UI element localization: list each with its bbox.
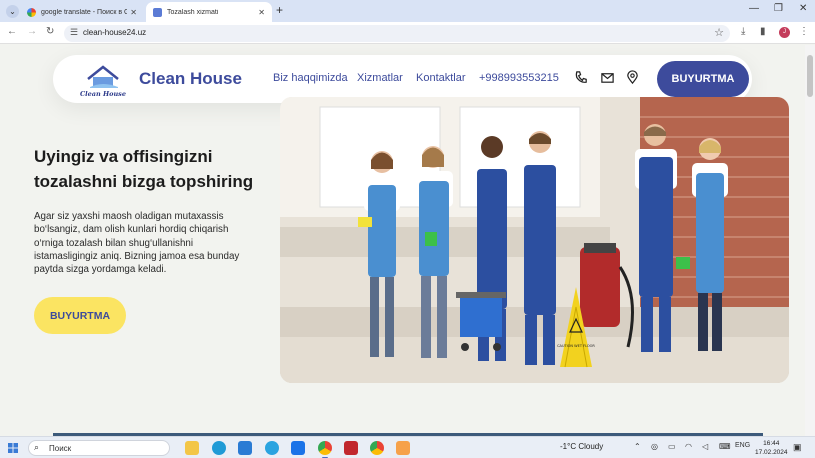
nav-link-contacts[interactable]: Kontaktlar — [416, 72, 466, 84]
web-page: Clean House Clean House Biz haqqimizda X… — [0, 45, 805, 436]
close-tab-icon[interactable]: ✕ — [258, 8, 265, 17]
keyboard-icon[interactable]: ⌨ — [719, 442, 731, 451]
order-button-hero[interactable]: BUYURTMA — [34, 297, 126, 334]
nav-link-phone[interactable]: +998993553215 — [479, 72, 559, 84]
tab-search-icon[interactable]: ⌄ — [6, 5, 19, 18]
bookmark-star-icon[interactable]: ☆ — [714, 26, 724, 39]
svg-text:CAUTION WET FLOOR: CAUTION WET FLOOR — [557, 344, 595, 348]
filezilla-icon[interactable] — [344, 441, 358, 455]
nav-link-services[interactable]: Xizmatlar — [357, 72, 403, 84]
browser-tab[interactable]: google translate - Поиск в Google ✕ — [20, 2, 144, 22]
edge-icon[interactable] — [212, 441, 226, 455]
forward-icon[interactable]: → — [27, 26, 37, 37]
mail-icon[interactable] — [600, 70, 615, 85]
minimize-icon[interactable]: — — [749, 3, 759, 14]
taskbar-search[interactable]: ⌕ Поиск — [28, 440, 170, 456]
nav-link-about[interactable]: Biz haqqimizda — [273, 72, 348, 84]
back-icon[interactable]: ← — [7, 26, 17, 37]
tab-title: Tozalash xizmati — [167, 8, 219, 16]
site-info-icon[interactable]: ☰ — [70, 27, 78, 38]
weather-widget[interactable]: -1°C Cloudy — [560, 442, 603, 451]
tray-chevron-icon[interactable]: ⌃ — [634, 442, 641, 451]
telegram-icon[interactable] — [265, 441, 279, 455]
maximize-icon[interactable]: ❐ — [774, 3, 783, 14]
search-icon: ⌕ — [34, 442, 40, 452]
hero-description: Agar siz yaxshi maosh oladigan mutaxassi… — [34, 211, 240, 276]
vscode-icon[interactable] — [238, 441, 252, 455]
cleaning-team-photo: CAUTION WET FLOOR — [280, 97, 789, 383]
profile-avatar[interactable]: J — [779, 27, 790, 38]
language-indicator[interactable]: ENG — [735, 442, 750, 449]
url-text[interactable]: clean-house24.uz — [83, 28, 146, 37]
brand-name[interactable]: Clean House — [139, 69, 242, 89]
reload-icon[interactable]: ↻ — [46, 26, 54, 37]
scrollbar-thumb[interactable] — [807, 55, 813, 97]
windows-taskbar: ⌕ Поиск -1°C Cloudy ⌃ ◎ ▭ ◠ ◁ ⌨ ENG 16:4… — [0, 436, 815, 458]
wifi-icon[interactable]: ◠ — [685, 442, 692, 451]
browser-menu-icon[interactable]: ⋮ — [799, 26, 809, 37]
battery-icon[interactable]: ▭ — [668, 442, 676, 451]
meet-icon[interactable]: ◎ — [651, 442, 658, 451]
page-scrollbar[interactable] — [805, 45, 815, 436]
clock-date: 17.02.2024 — [755, 449, 788, 456]
new-tab-button[interactable]: + — [276, 3, 283, 17]
chrome-icon[interactable] — [318, 441, 332, 458]
side-panel-icon[interactable]: ▮ — [760, 26, 766, 37]
clock-time: 16:44 — [763, 440, 780, 447]
notification-icon[interactable]: ▣ — [793, 442, 802, 453]
windows-start-icon[interactable] — [8, 443, 18, 453]
site-favicon-icon — [153, 7, 162, 17]
location-pin-icon[interactable] — [625, 70, 640, 85]
tab-title: google translate - Поиск в Google — [41, 8, 128, 16]
site-header: Clean House Clean House Biz haqqimizda X… — [53, 55, 752, 103]
taskbar-clock[interactable]: 16:44 17.02.2024 — [755, 439, 788, 457]
phone-icon[interactable] — [574, 70, 589, 85]
volume-icon[interactable]: ◁ — [702, 442, 708, 451]
file-explorer-icon[interactable] — [185, 441, 199, 455]
close-tab-icon[interactable]: ✕ — [130, 8, 137, 17]
svg-text:Clean House: Clean House — [80, 90, 126, 98]
address-bar[interactable]: ☰ clean-house24.uz ☆ — [64, 25, 730, 42]
order-button-header[interactable]: BUYURTMA — [657, 61, 749, 97]
browser-toolbar: ← → ↻ ☰ clean-house24.uz ☆ ⤓ ▮ J ⋮ — [0, 22, 815, 44]
browser-tab-active[interactable]: Tozalash xizmati ✕ — [146, 2, 272, 22]
google-icon — [27, 7, 36, 17]
browser-tab-strip: ⌄ google translate - Поиск в Google ✕ To… — [0, 0, 815, 22]
chrome-profile-icon[interactable] — [370, 441, 384, 455]
taskbar-search-text: Поиск — [49, 444, 72, 453]
hero-title: Uyingiz va offisingizni tozalashni bizga… — [34, 147, 254, 191]
app-icon[interactable] — [396, 441, 410, 455]
download-icon[interactable]: ⤓ — [741, 26, 745, 37]
clean-house-logo[interactable]: Clean House — [80, 63, 126, 99]
mail-app-icon[interactable] — [291, 441, 305, 455]
close-window-icon[interactable]: ✕ — [799, 3, 807, 14]
